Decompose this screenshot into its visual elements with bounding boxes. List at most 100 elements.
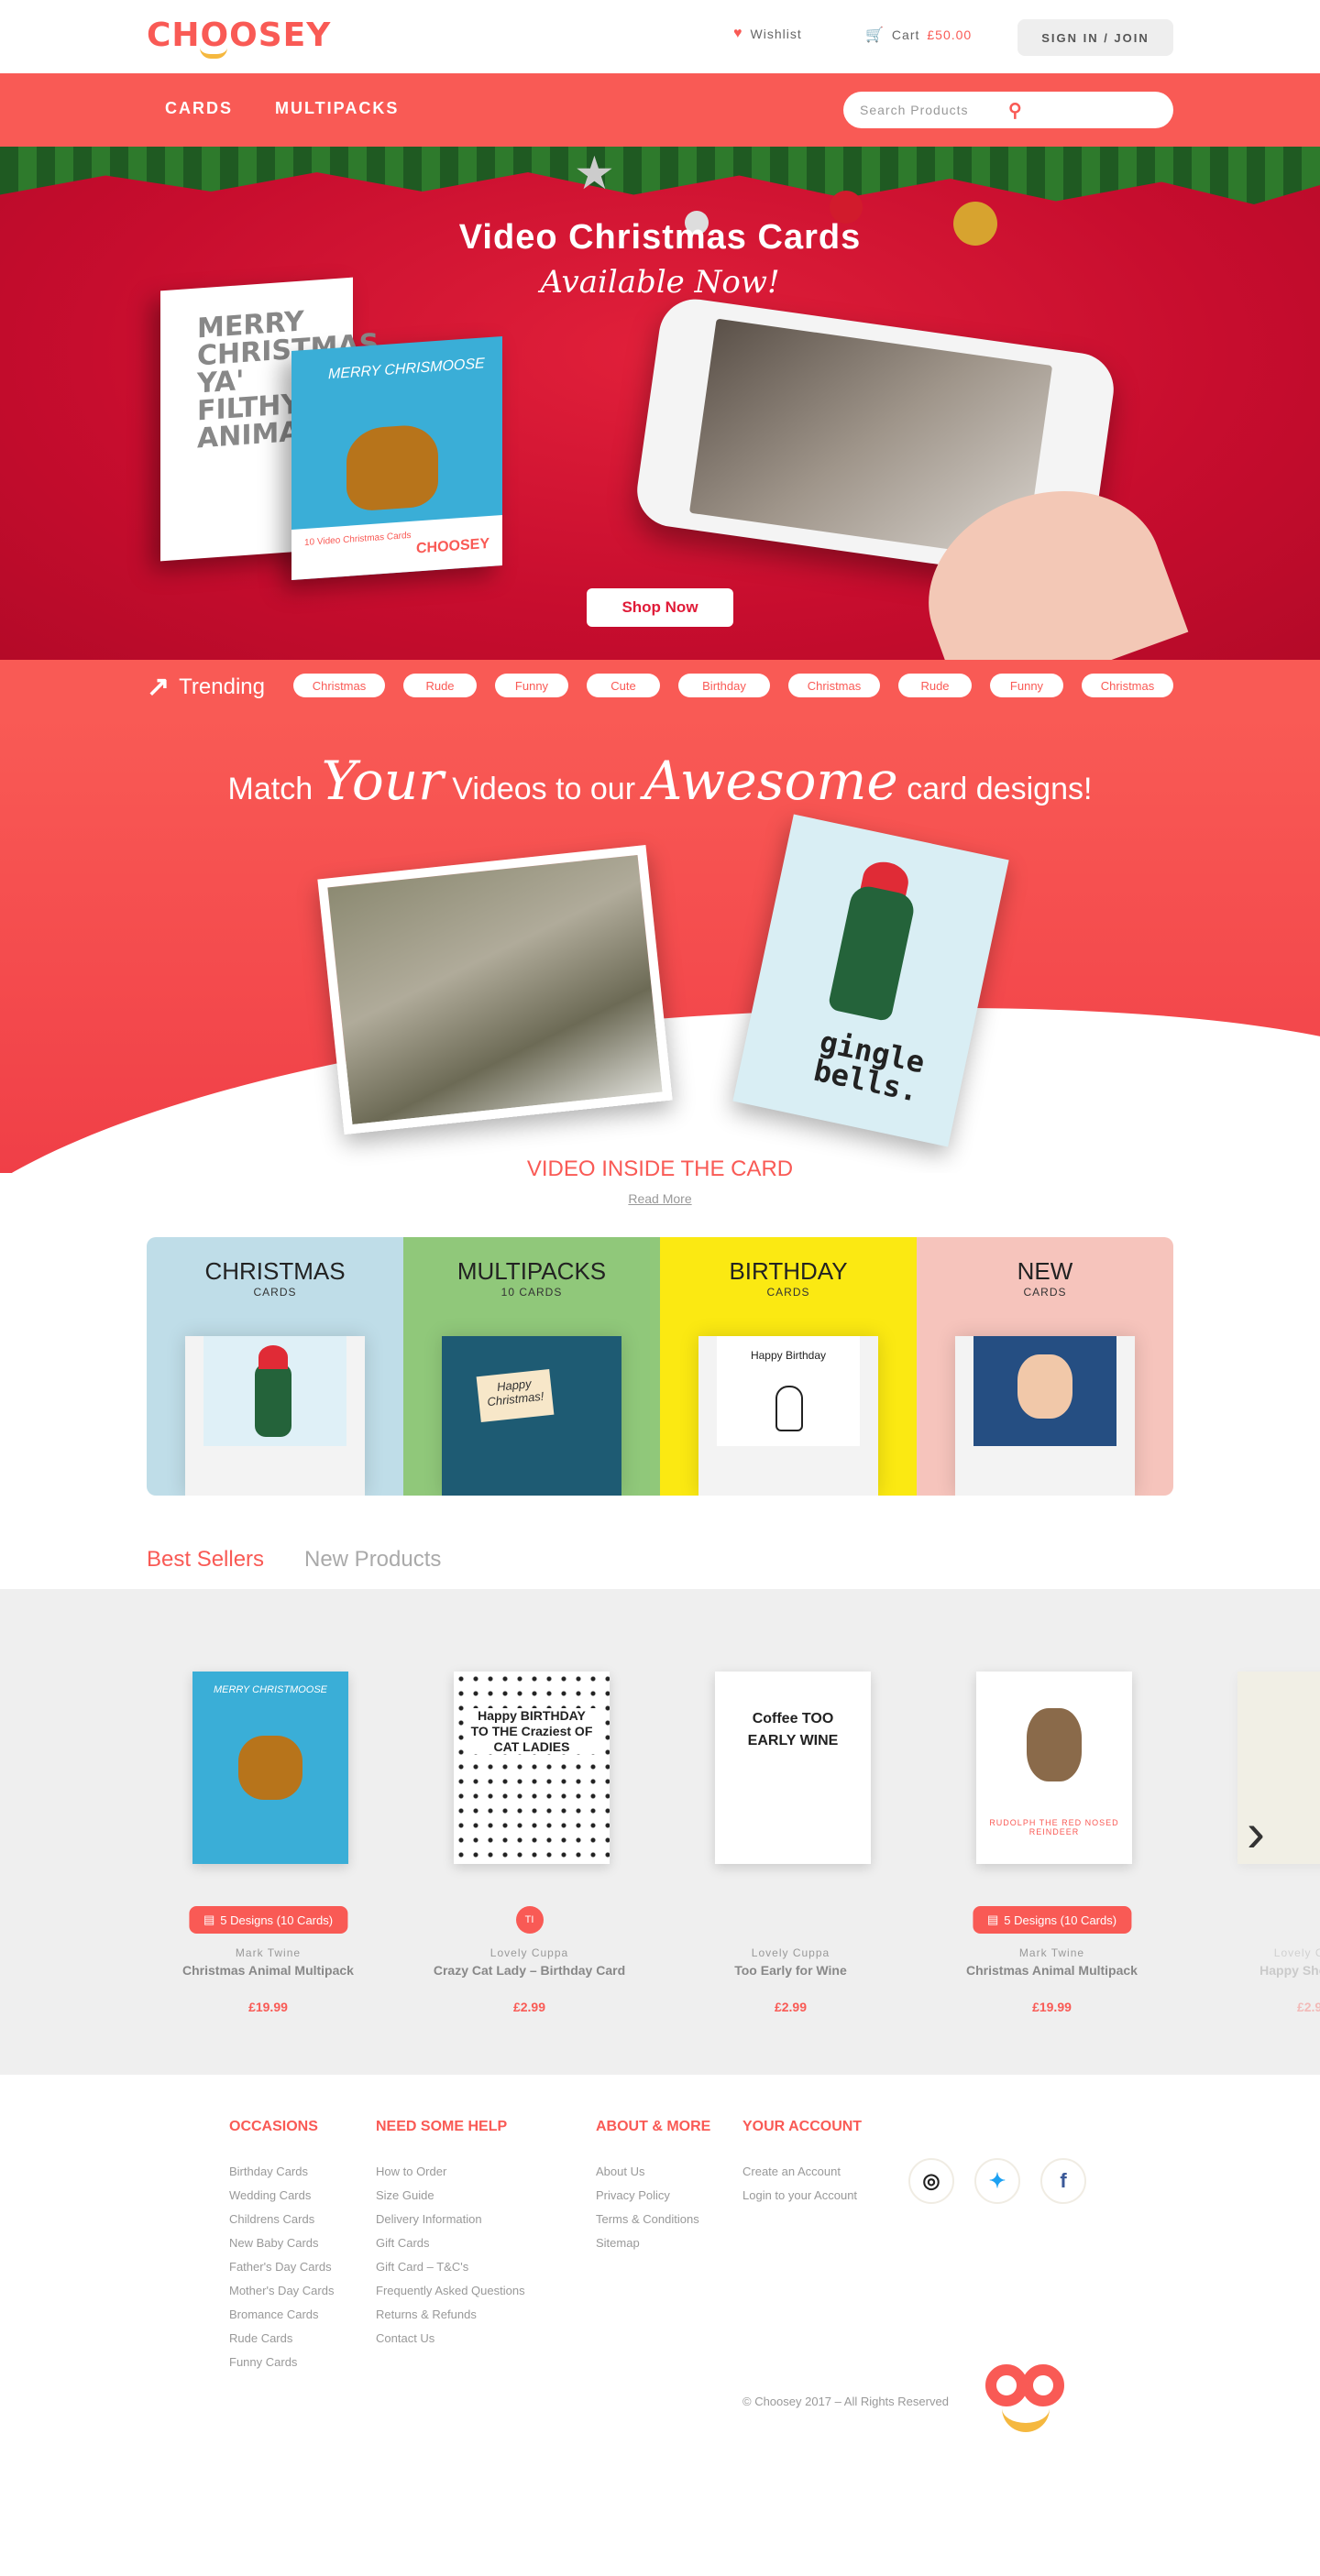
twitter-icon[interactable]: ✦	[974, 2158, 1020, 2204]
product-card-text: RUDOLPH THE RED NOSED REINDEER	[989, 1818, 1119, 1836]
hero-title: Video Christmas Cards	[458, 218, 862, 257]
footer-link[interactable]: About Us	[596, 2165, 699, 2188]
shop-now-button[interactable]: Shop Now	[587, 588, 733, 627]
category-christmas[interactable]: CHRISTMAS CARDS	[147, 1237, 403, 1496]
product-price: £2.99	[774, 2000, 808, 2014]
trending-text: Trending	[179, 674, 265, 699]
tab-best-sellers[interactable]: Best Sellers	[147, 1547, 264, 1573]
trend-tag[interactable]: Funny	[495, 674, 568, 697]
product-name[interactable]: Christmas Animal Multipack	[921, 1963, 1182, 1978]
category-birthday[interactable]: BIRTHDAY CARDS Happy Birthday	[660, 1237, 917, 1496]
portrait-illustration	[1018, 1354, 1072, 1419]
footer-link[interactable]: Sitemap	[596, 2236, 699, 2260]
category-sub: 10 CARDS	[500, 1286, 563, 1299]
footer-link[interactable]: Birthday Cards	[229, 2165, 334, 2188]
ti-badge: TI	[515, 1906, 544, 1934]
santa-hat-icon	[258, 1345, 288, 1369]
trend-tag[interactable]: Cute	[587, 674, 660, 697]
category-sub: CARDS	[1023, 1286, 1067, 1299]
footer-link[interactable]: Frequently Asked Questions	[376, 2284, 525, 2307]
nav-multipacks[interactable]: MULTIPACKS	[275, 99, 399, 118]
card-box-chrismoose: MERRY CHRISMOOSE 10 Video Christmas Card…	[292, 335, 502, 581]
footer-link[interactable]: Delivery Information	[376, 2212, 525, 2236]
product-card[interactable]: Coffee TOO EARLY WINE Lovely Cuppa Too E…	[660, 1589, 921, 2075]
trend-tag[interactable]: Rude	[403, 674, 477, 697]
box2-bottom: 10 Video Christmas Cards CHOOSEY	[292, 514, 502, 581]
trend-tag[interactable]: Christmas	[788, 674, 880, 697]
product-price: £2.99	[1296, 2000, 1320, 2014]
read-more-link[interactable]: Read More	[0, 1191, 1320, 1206]
footer-heading-occasions: OCCASIONS	[229, 2119, 318, 2134]
trend-tag[interactable]: Birthday	[678, 674, 770, 697]
cart-amount: £50.00	[927, 27, 973, 42]
card-face	[204, 1336, 346, 1446]
logo-smile-icon	[200, 48, 227, 59]
footer-list-help: How to Order Size Guide Delivery Informa…	[376, 2165, 525, 2355]
trend-tag[interactable]: Christmas	[293, 674, 385, 697]
chevron-right-icon[interactable]: ›	[1247, 1805, 1265, 1860]
footer-link[interactable]: Rude Cards	[229, 2331, 334, 2355]
main-nav: CARDS MULTIPACKS Search Products ⚲	[0, 73, 1320, 147]
trending-icon: ↗	[147, 672, 170, 702]
product-brand: Mark Twine	[235, 1946, 302, 1959]
footer-link[interactable]: Childrens Cards	[229, 2212, 334, 2236]
footer-link[interactable]: Size Guide	[376, 2188, 525, 2212]
trend-tag[interactable]: Funny	[990, 674, 1063, 697]
footer-link[interactable]: Gift Card – T&C's	[376, 2260, 525, 2284]
footer-link[interactable]: Contact Us	[376, 2331, 525, 2355]
category-new[interactable]: NEW CARDS	[917, 1237, 1173, 1496]
moose-illustration	[346, 422, 438, 512]
trending-label: ↗ Trending	[147, 671, 265, 703]
product-card[interactable]: Happy BIRTHDAY TO THE Craziest OF CAT LA…	[399, 1589, 660, 2075]
trend-tag[interactable]: Christmas	[1082, 674, 1173, 697]
cart-link[interactable]: 🛒 Cart £50.00	[865, 26, 972, 44]
footer-link[interactable]: Gift Cards	[376, 2236, 525, 2260]
footer-link[interactable]: Wedding Cards	[229, 2188, 334, 2212]
tab-new-products[interactable]: New Products	[304, 1547, 441, 1573]
match-text-script: Your	[321, 750, 444, 812]
card-text: Happy Christmas!	[476, 1368, 555, 1423]
wishlist-link[interactable]: ♥ Wishlist	[733, 26, 802, 42]
bottle-illustration	[827, 882, 918, 1023]
footer-link[interactable]: Bromance Cards	[229, 2307, 334, 2331]
search-placeholder: Search Products	[860, 103, 969, 117]
footer-link[interactable]: Father's Day Cards	[229, 2260, 334, 2284]
trend-tag[interactable]: Rude	[898, 674, 972, 697]
footer-link[interactable]: Mother's Day Cards	[229, 2284, 334, 2307]
bottle-illustration	[255, 1364, 292, 1437]
instagram-icon[interactable]: ◎	[908, 2158, 954, 2204]
product-image: MERRY CHRISTMOOSE	[192, 1672, 348, 1864]
footer-heading-account: YOUR ACCOUNT	[742, 2119, 863, 2134]
footer-link[interactable]: Create an Account	[742, 2165, 857, 2188]
footer-link[interactable]: Funny Cards	[229, 2355, 334, 2379]
envelope	[955, 1336, 1135, 1496]
product-card[interactable]: RUDOLPH THE RED NOSED REINDEER ▤ 5 Design…	[921, 1589, 1182, 2075]
product-card[interactable]: MERRY CHRISTMOOSE ▤ 5 Designs (10 Cards) …	[138, 1589, 399, 2075]
footer-link[interactable]: New Baby Cards	[229, 2236, 334, 2260]
facebook-icon[interactable]: f	[1040, 2158, 1086, 2204]
footer-link[interactable]: Returns & Refunds	[376, 2307, 525, 2331]
product-name[interactable]: Happy Sheepmas	[1182, 1963, 1320, 1978]
footer-link[interactable]: Login to your Account	[742, 2188, 857, 2212]
category-sub: CARDS	[253, 1286, 297, 1299]
footer-link[interactable]: Privacy Policy	[596, 2188, 699, 2212]
footer-logo[interactable]	[985, 2364, 1068, 2438]
footer-link[interactable]: Terms & Conditions	[596, 2212, 699, 2236]
product-card-text: MERRY CHRISTMOOSE	[213, 1684, 328, 1695]
product-name[interactable]: Christmas Animal Multipack	[138, 1963, 399, 1978]
category-multipacks[interactable]: MULTIPACKS 10 CARDS Happy Christmas!	[403, 1237, 660, 1496]
star-icon: ★	[574, 148, 615, 199]
search-icon[interactable]: ⚲	[1008, 99, 1157, 122]
search-input[interactable]: Search Products ⚲	[843, 92, 1173, 128]
footer-link[interactable]: How to Order	[376, 2165, 525, 2188]
nav-cards[interactable]: CARDS	[165, 99, 233, 118]
logo[interactable]: CHOOSEY	[147, 16, 331, 54]
logo-ring-icon	[1022, 2364, 1064, 2406]
card-text: Happy Birthday	[750, 1349, 827, 1362]
signin-button[interactable]: SIGN IN / JOIN	[1018, 19, 1173, 56]
footer-list-about: About Us Privacy Policy Terms & Conditio…	[596, 2165, 699, 2260]
product-name[interactable]: Too Early for Wine	[660, 1963, 921, 1978]
product-brand: Lovely Cuppa	[1273, 1946, 1320, 1959]
cart-icon: 🛒	[865, 27, 885, 43]
product-name[interactable]: Crazy Cat Lady – Birthday Card	[399, 1963, 660, 1978]
